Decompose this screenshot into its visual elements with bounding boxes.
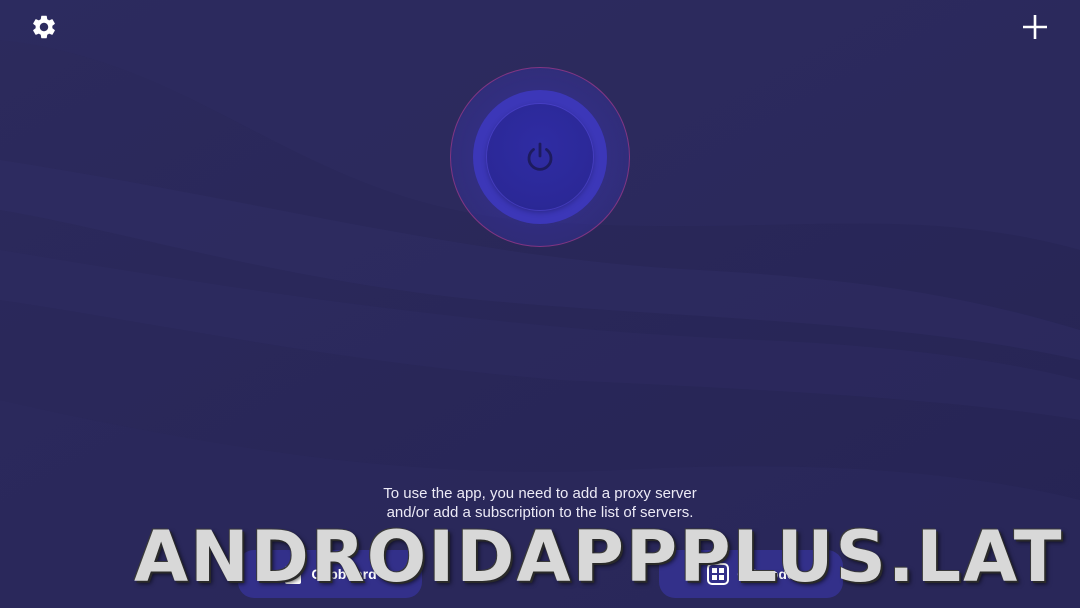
connect-power-button[interactable] bbox=[487, 104, 593, 210]
gear-icon bbox=[33, 15, 55, 39]
power-icon bbox=[527, 142, 553, 171]
empty-state-message: To use the app, you need to add a proxy … bbox=[383, 485, 697, 521]
clipboard-label: Clipboard bbox=[311, 566, 377, 582]
clipboard-icon bbox=[283, 563, 303, 585]
import-qr-button[interactable]: QR code bbox=[659, 550, 843, 598]
settings-button[interactable] bbox=[22, 5, 66, 49]
add-server-button[interactable] bbox=[1013, 5, 1057, 49]
plus-icon bbox=[1023, 15, 1047, 39]
qr-label: QR code bbox=[737, 566, 795, 582]
connect-control bbox=[450, 67, 630, 247]
import-clipboard-button[interactable]: Clipboard bbox=[238, 550, 422, 598]
qr-code-icon bbox=[707, 563, 730, 585]
